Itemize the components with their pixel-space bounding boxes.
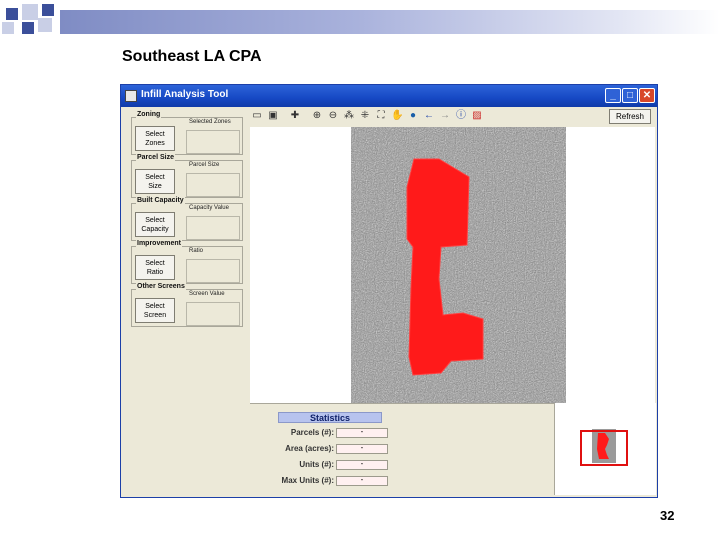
close-button[interactable]: ✕	[639, 88, 655, 103]
capacity-value-box	[186, 216, 240, 240]
full-extent-icon[interactable]: ⛶	[375, 110, 387, 122]
group-label: Built Capacity	[136, 197, 185, 204]
slide-number: 32	[660, 508, 675, 523]
decor-gradient-bar	[60, 10, 720, 34]
decor-square	[22, 22, 34, 34]
group-label: Zoning	[136, 111, 162, 118]
app-window: Infill Analysis Tool _ □ ✕ Zoning Select…	[120, 84, 658, 498]
fixed-zoom-in-icon[interactable]: ⁂	[343, 110, 355, 122]
improvement-group: Improvement Select Ratio Ratio	[131, 240, 243, 284]
select-screen-button[interactable]: Select Screen	[135, 298, 175, 323]
decor-square	[22, 4, 38, 20]
decor-square	[6, 8, 18, 20]
area-value: -	[336, 444, 388, 454]
add-layer-icon[interactable]: ✚	[289, 110, 301, 122]
decor-square	[2, 22, 14, 34]
overview-thumbnail	[580, 429, 628, 466]
imagery-texture	[351, 127, 566, 403]
map-toolbar: ▭ ▣ ✚ ⊕ ⊖ ⁂ ⁜ ⛶ ✋ ● ← → ⓘ ▨ Refresh	[249, 107, 655, 127]
zoning-group: Zoning Select Zones Selected Zones	[131, 111, 243, 155]
maximize-button[interactable]: □	[622, 88, 638, 103]
built-capacity-group: Built Capacity Select Capacity Capacity …	[131, 197, 243, 241]
max-units-label: Max Units (#):	[281, 476, 334, 485]
select-zones-button[interactable]: Select Zones	[135, 126, 175, 151]
value-label: Parcel Size	[188, 162, 221, 168]
back-icon[interactable]: ←	[423, 110, 435, 122]
save-icon[interactable]: ▣	[267, 110, 279, 122]
zones-value-box	[186, 130, 240, 154]
units-value: -	[336, 460, 388, 470]
fixed-zoom-out-icon[interactable]: ⁜	[359, 110, 371, 122]
value-label: Ratio	[188, 248, 205, 254]
satellite-map	[351, 127, 566, 403]
decor-square	[38, 18, 52, 32]
group-label: Parcel Size	[136, 154, 175, 161]
minimize-button[interactable]: _	[605, 88, 621, 103]
select-size-button[interactable]: Select Size	[135, 169, 175, 194]
overview-map[interactable]	[554, 403, 656, 495]
units-label: Units (#):	[299, 460, 334, 469]
select-icon[interactable]: ▨	[471, 110, 483, 122]
identify-icon[interactable]: ⓘ	[455, 110, 467, 122]
zoom-in-icon[interactable]: ⊕	[311, 110, 323, 122]
value-label: Screen Value	[188, 291, 226, 297]
decor-square	[42, 4, 54, 16]
slide-title: Southeast LA CPA	[122, 48, 262, 65]
select-capacity-button[interactable]: Select Capacity	[135, 212, 175, 237]
filter-panel: Zoning Select Zones Selected Zones Parce…	[125, 111, 245, 495]
ratio-value-box	[186, 259, 240, 283]
max-units-value: -	[336, 476, 388, 486]
value-label: Selected Zones	[188, 119, 232, 125]
parcels-label: Parcels (#):	[290, 428, 334, 437]
open-icon[interactable]: ▭	[251, 110, 263, 122]
parcel-size-group: Parcel Size Select Size Parcel Size	[131, 154, 243, 198]
map-view[interactable]	[250, 127, 655, 403]
parcels-value: -	[336, 428, 388, 438]
area-label: Area (acres):	[285, 444, 334, 453]
pan-icon[interactable]: ✋	[391, 110, 403, 122]
globe-icon[interactable]: ●	[407, 110, 419, 122]
statistics-panel: Statistics Parcels (#): - Area (acres): …	[250, 403, 554, 496]
screen-value-box	[186, 302, 240, 326]
other-screens-group: Other Screens Select Screen Screen Value	[131, 283, 243, 327]
group-label: Other Screens	[136, 283, 186, 290]
app-icon	[125, 90, 137, 102]
group-label: Improvement	[136, 240, 182, 247]
window-title: Infill Analysis Tool	[141, 89, 229, 100]
zoom-out-icon[interactable]: ⊖	[327, 110, 339, 122]
forward-icon[interactable]: →	[439, 110, 451, 122]
statistics-title: Statistics	[278, 412, 382, 423]
select-ratio-button[interactable]: Select Ratio	[135, 255, 175, 280]
title-bar: Infill Analysis Tool _ □ ✕	[121, 85, 657, 107]
value-label: Capacity Value	[188, 205, 230, 211]
size-value-box	[186, 173, 240, 197]
refresh-button[interactable]: Refresh	[609, 109, 651, 124]
